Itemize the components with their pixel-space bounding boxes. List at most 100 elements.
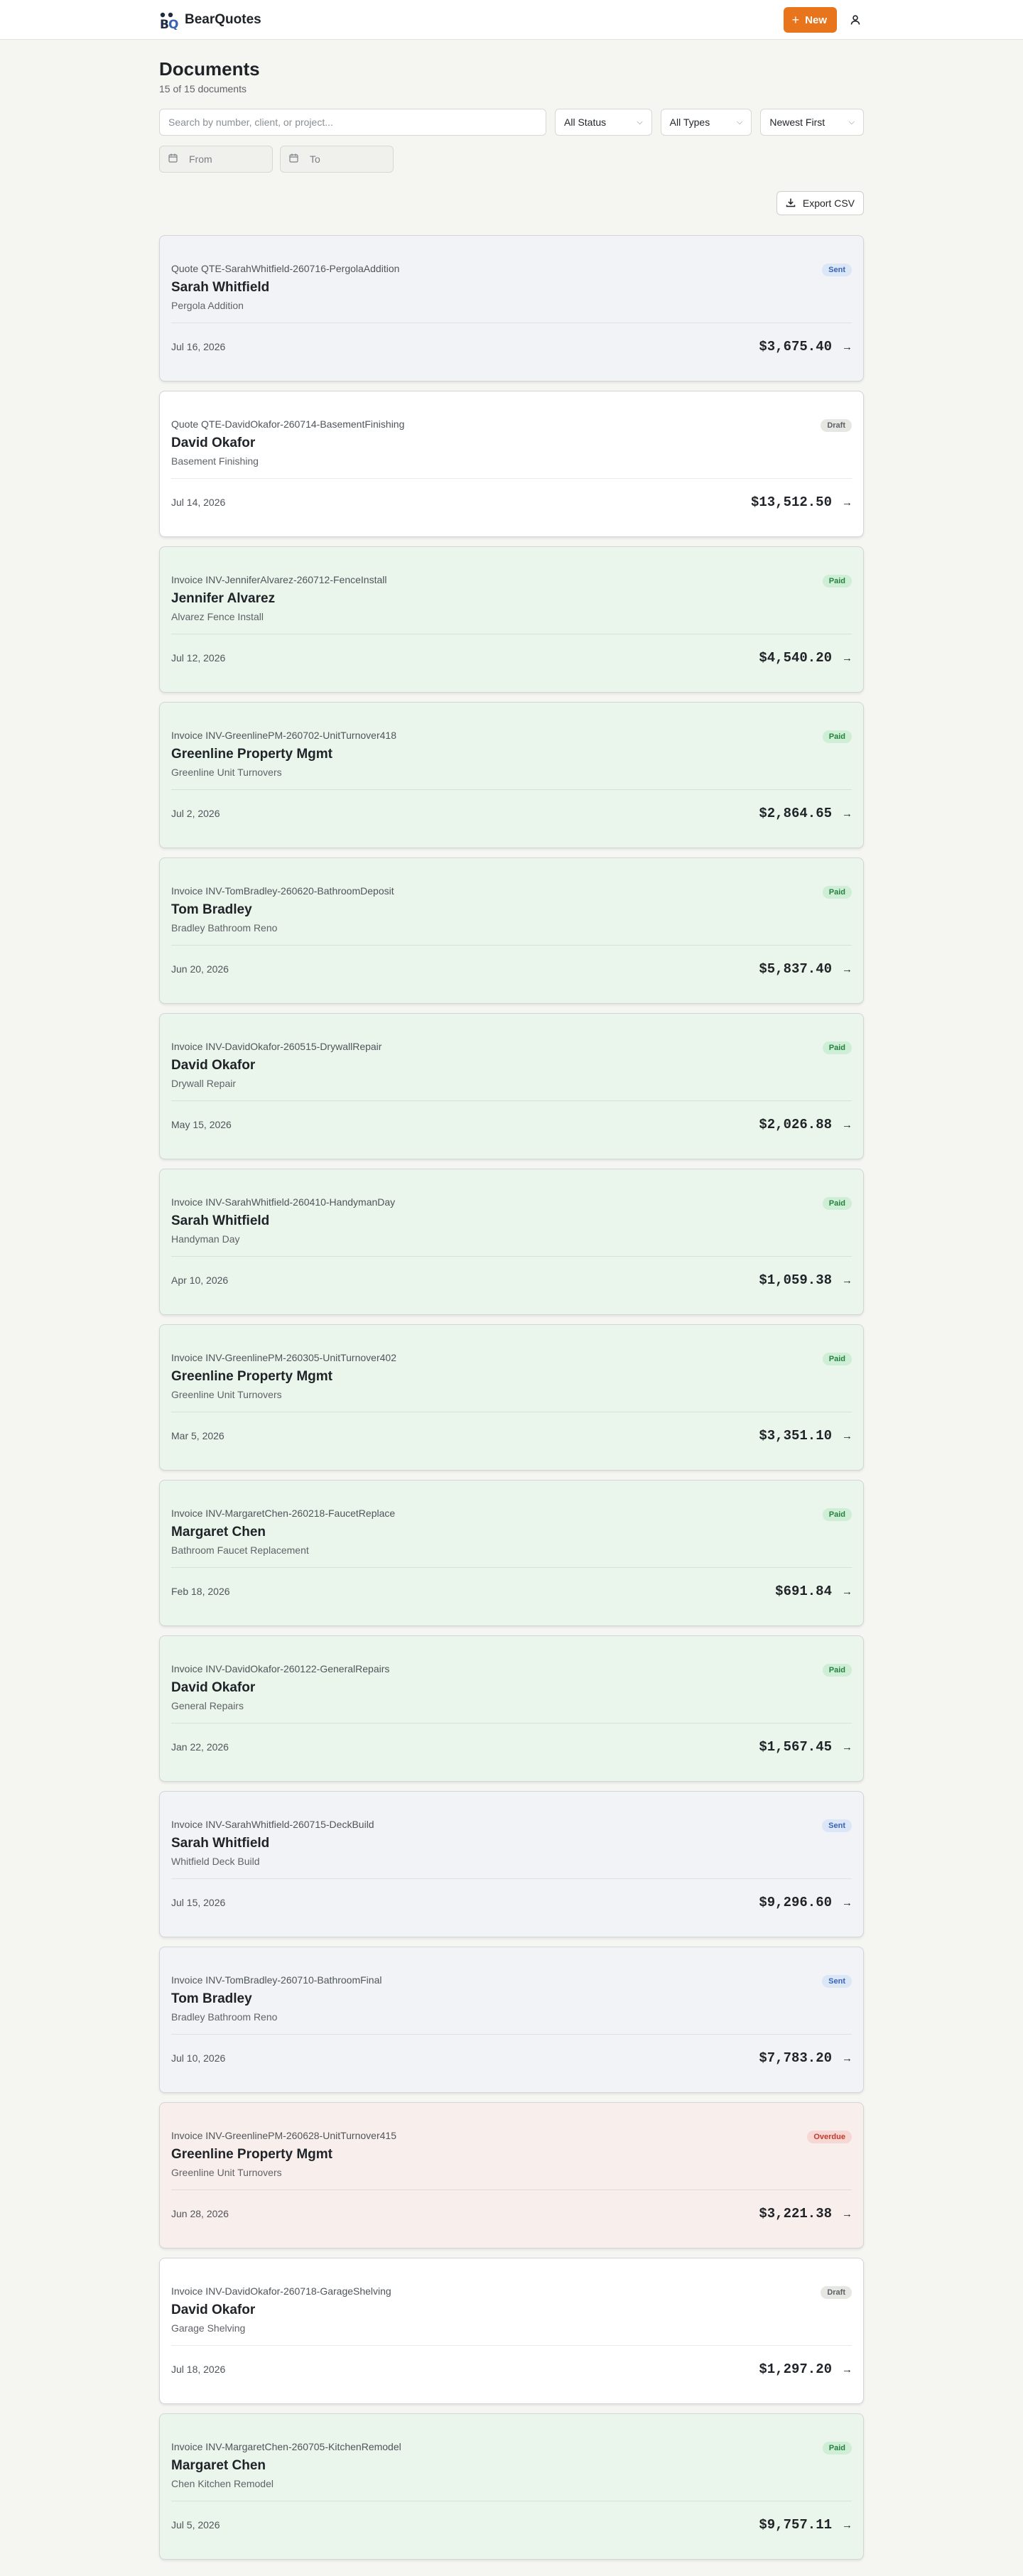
document-amount: $9,757.11 xyxy=(759,2517,832,2533)
date-from-field[interactable]: From xyxy=(159,146,273,173)
project-name: Greenline Unit Turnovers xyxy=(171,2167,282,2178)
project-name: Whitfield Deck Build xyxy=(171,1856,260,1867)
calendar-icon xyxy=(168,153,178,165)
document-card[interactable]: Invoice INV-GreenlinePM-260628-UnitTurno… xyxy=(159,2102,864,2248)
arrow-right-icon[interactable]: → xyxy=(842,497,852,509)
chevron-down-icon: ⌵ xyxy=(737,117,743,126)
document-card[interactable]: Invoice INV-TomBradley-260620-BathroomDe… xyxy=(159,857,864,1004)
user-account-icon[interactable] xyxy=(847,11,864,28)
search-input[interactable]: Search by number, client, or project... xyxy=(159,109,546,136)
project-name: Alvarez Fence Install xyxy=(171,611,264,622)
project-name: Greenline Unit Turnovers xyxy=(171,1389,282,1400)
document-card[interactable]: Invoice INV-DavidOkafor-260122-GeneralRe… xyxy=(159,1635,864,1782)
document-card[interactable]: Invoice INV-SarahWhitfield-260410-Handym… xyxy=(159,1169,864,1315)
arrow-right-icon[interactable]: → xyxy=(842,808,852,820)
document-date: Jul 15, 2026 xyxy=(171,1897,226,1908)
project-name: Bathroom Faucet Replacement xyxy=(171,1544,309,1556)
client-name: Greenline Property Mgmt xyxy=(171,1369,332,1384)
client-name: David Okafor xyxy=(171,1058,256,1073)
document-date: Jul 2, 2026 xyxy=(171,808,220,819)
document-number: Invoice INV-SarahWhitfield-260410-Handym… xyxy=(171,1196,396,1208)
arrow-right-icon[interactable]: → xyxy=(842,2364,852,2376)
status-badge: Paid xyxy=(822,575,852,588)
document-card[interactable]: Quote QTE-SarahWhitfield-260716-PergolaA… xyxy=(159,235,864,381)
arrow-right-icon[interactable]: → xyxy=(842,1741,852,1753)
document-amount: $3,221.38 xyxy=(759,2206,832,2221)
document-card[interactable]: Quote QTE-DavidOkafor-260714-BasementFin… xyxy=(159,391,864,537)
new-document-button[interactable]: + New xyxy=(783,7,837,33)
status-badge: Paid xyxy=(822,2442,852,2455)
arrow-right-icon[interactable]: → xyxy=(842,2519,852,2531)
type-filter-value: All Types xyxy=(669,117,710,128)
document-card[interactable]: Invoice INV-TomBradley-260710-BathroomFi… xyxy=(159,1947,864,2093)
status-badge: Draft xyxy=(821,419,852,432)
document-date: Jul 12, 2026 xyxy=(171,652,226,664)
client-name: Sarah Whitfield xyxy=(171,280,270,295)
project-name: Pergola Addition xyxy=(171,300,244,311)
project-name: Handyman Day xyxy=(171,1233,240,1245)
document-count: 15 of 15 documents xyxy=(159,83,247,94)
document-date: May 15, 2026 xyxy=(171,1119,232,1130)
export-csv-label: Export CSV xyxy=(802,197,855,209)
client-name: Greenline Property Mgmt xyxy=(171,747,332,762)
export-csv-button[interactable]: Export CSV xyxy=(776,191,864,215)
status-badge: Sent xyxy=(822,1819,852,1832)
arrow-right-icon[interactable]: → xyxy=(842,1119,852,1131)
client-name: David Okafor xyxy=(171,1680,256,1695)
documents-page: Documents 15 of 15 documents Search by n… xyxy=(159,40,864,2560)
document-card[interactable]: Invoice INV-GreenlinePM-260305-UnitTurno… xyxy=(159,1324,864,1471)
project-name: Basement Finishing xyxy=(171,455,259,467)
arrow-right-icon[interactable]: → xyxy=(842,2208,852,2220)
document-number: Invoice INV-TomBradley-260620-BathroomDe… xyxy=(171,885,394,897)
arrow-right-icon[interactable]: → xyxy=(842,1586,852,1598)
document-card[interactable]: Invoice INV-MargaretChen-260218-FaucetRe… xyxy=(159,1480,864,1626)
document-card[interactable]: Invoice INV-JenniferAlvarez-260712-Fence… xyxy=(159,546,864,693)
document-card[interactable]: Invoice INV-MargaretChen-260705-KitchenR… xyxy=(159,2413,864,2560)
status-badge: Paid xyxy=(822,886,852,899)
arrow-right-icon[interactable]: → xyxy=(842,1275,852,1287)
arrow-right-icon[interactable]: → xyxy=(842,1430,852,1442)
document-card[interactable]: Invoice INV-DavidOkafor-260718-GarageShe… xyxy=(159,2258,864,2404)
chevron-down-icon: ⌵ xyxy=(848,117,855,126)
arrow-right-icon[interactable]: → xyxy=(842,963,852,975)
type-filter-select[interactable]: All Types ⌵ xyxy=(660,109,752,136)
document-number: Invoice INV-JenniferAlvarez-260712-Fence… xyxy=(171,574,387,585)
document-amount: $3,351.10 xyxy=(759,1428,832,1444)
document-amount: $2,864.65 xyxy=(759,806,832,821)
client-name: Greenline Property Mgmt xyxy=(171,2147,332,2162)
document-amount: $9,296.60 xyxy=(759,1895,832,1910)
client-name: David Okafor xyxy=(171,435,256,450)
document-number: Invoice INV-MargaretChen-260218-FaucetRe… xyxy=(171,1508,396,1519)
arrow-right-icon[interactable]: → xyxy=(842,2052,852,2064)
project-name: Bradley Bathroom Reno xyxy=(171,2011,278,2023)
status-filter-select[interactable]: All Status ⌵ xyxy=(555,109,652,136)
document-date: Apr 10, 2026 xyxy=(171,1275,229,1286)
sort-select[interactable]: Newest First ⌵ xyxy=(760,109,864,136)
card-divider xyxy=(171,1878,852,1879)
document-date: Jul 18, 2026 xyxy=(171,2364,226,2375)
status-badge: Draft xyxy=(821,2286,852,2299)
document-amount: $13,512.50 xyxy=(750,494,832,510)
arrow-right-icon[interactable]: → xyxy=(842,652,852,664)
document-date: Feb 18, 2026 xyxy=(171,1586,230,1597)
status-badge: Paid xyxy=(822,1353,852,1365)
document-list: Quote QTE-SarahWhitfield-260716-PergolaA… xyxy=(159,235,864,2560)
document-card[interactable]: Invoice INV-GreenlinePM-260702-UnitTurno… xyxy=(159,702,864,848)
top-nav-bar: B Q BearQuotes + New xyxy=(0,0,1023,40)
document-amount: $5,837.40 xyxy=(759,961,832,977)
project-name: Chen Kitchen Remodel xyxy=(171,2478,274,2489)
card-divider xyxy=(171,478,852,479)
document-number: Quote QTE-DavidOkafor-260714-BasementFin… xyxy=(171,418,405,430)
brand[interactable]: B Q BearQuotes xyxy=(159,11,261,30)
document-number: Invoice INV-DavidOkafor-260515-DrywallRe… xyxy=(171,1041,382,1052)
document-card[interactable]: Invoice INV-DavidOkafor-260515-DrywallRe… xyxy=(159,1013,864,1159)
document-number: Invoice INV-DavidOkafor-260122-GeneralRe… xyxy=(171,1663,390,1674)
date-to-field[interactable]: To xyxy=(280,146,394,173)
arrow-right-icon[interactable]: → xyxy=(842,1897,852,1909)
document-amount: $691.84 xyxy=(775,1584,832,1599)
client-name: Tom Bradley xyxy=(171,1991,252,2006)
arrow-right-icon[interactable]: → xyxy=(842,341,852,353)
card-divider xyxy=(171,1100,852,1101)
document-amount: $1,297.20 xyxy=(759,2361,832,2377)
document-card[interactable]: Invoice INV-SarahWhitfield-260715-DeckBu… xyxy=(159,1791,864,1937)
